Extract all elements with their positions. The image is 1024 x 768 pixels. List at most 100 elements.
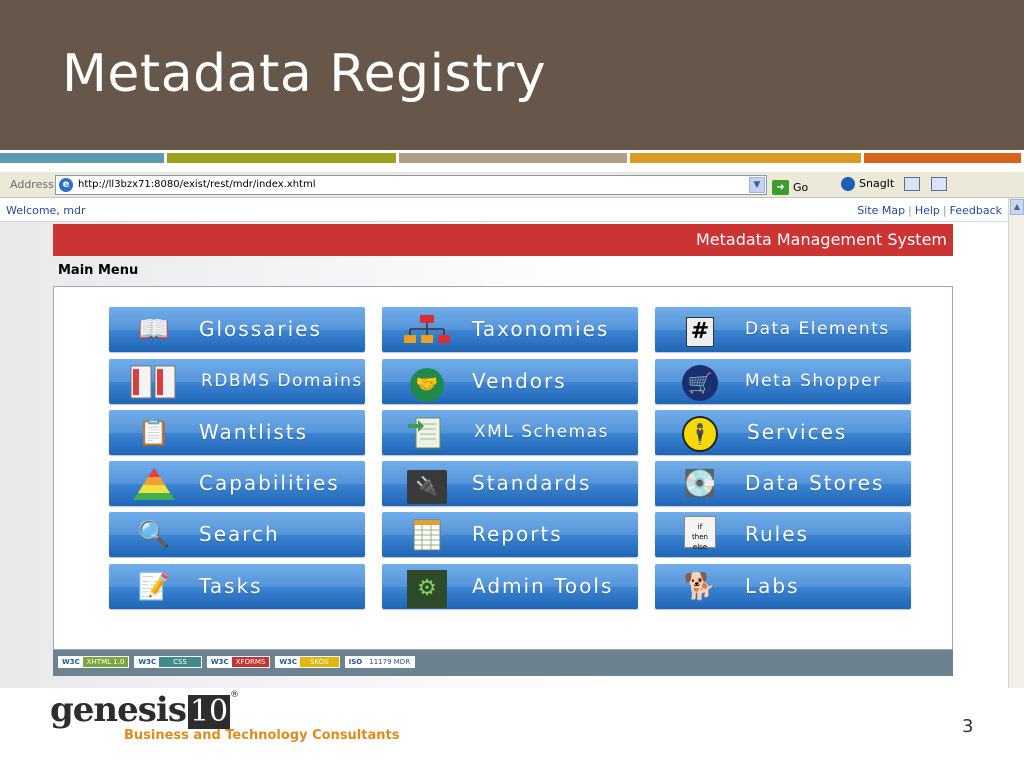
tile-label: Standards	[472, 471, 592, 495]
snagit-button[interactable]: SnagIt	[841, 177, 894, 191]
rdbms-domains-button[interactable]: RDBMS Domains	[109, 359, 365, 404]
skos-badge[interactable]: W3C SKOS	[275, 656, 340, 668]
tile-label: Labs	[745, 574, 800, 598]
data-elements-button[interactable]: # Data Elements	[655, 307, 911, 352]
genesis10-logo: genesis 10 ® Business and Technology Consu…	[50, 690, 399, 743]
database-tables-icon	[127, 363, 181, 401]
tile-label: Wantlists	[199, 420, 309, 444]
snagit-icon	[841, 177, 855, 191]
strip-segment	[398, 153, 628, 163]
search-button[interactable]: 🔍 Search	[109, 512, 365, 557]
strip-segment	[863, 153, 1021, 163]
shopping-cart-icon: 🛒	[673, 363, 727, 401]
tile-label: Tasks	[199, 574, 263, 598]
hierarchy-icon	[400, 311, 454, 349]
tile-label: Meta Shopper	[745, 371, 882, 391]
vendors-button[interactable]: 🤝 Vendors	[382, 359, 638, 404]
capture-region-icon[interactable]	[931, 177, 947, 191]
page-number: 3	[962, 716, 974, 737]
strip-segment	[0, 153, 165, 163]
strip-segment	[167, 153, 396, 163]
tile-label: Search	[199, 522, 280, 546]
slide-header: Metadata Registry	[0, 0, 1024, 150]
address-url: http://ll3bzx71:8080/exist/rest/mdr/inde…	[78, 179, 316, 190]
go-label: Go	[793, 181, 809, 194]
schema-document-icon	[400, 414, 454, 452]
logo-number: 10	[187, 694, 231, 729]
tasks-button[interactable]: 📝 Tasks	[109, 564, 365, 609]
address-input[interactable]: e http://ll3bzx71:8080/exist/rest/mdr/in…	[55, 175, 767, 195]
reports-button[interactable]: Reports	[382, 512, 638, 557]
xforms-badge[interactable]: W3C XFORMS	[206, 656, 271, 668]
snagit-label: SnagIt	[859, 177, 895, 190]
go-arrow-icon: ➜	[772, 180, 789, 195]
color-strip	[0, 153, 1024, 163]
services-button[interactable]: 🕴 Services	[655, 410, 911, 455]
handshake-icon: 🤝	[400, 363, 454, 402]
data-stores-button[interactable]: 💽 Data Stores	[655, 461, 911, 506]
capabilities-button[interactable]: Capabilities	[109, 461, 365, 506]
address-dropdown-icon[interactable]: ▼	[749, 177, 765, 193]
address-label: Address	[10, 178, 54, 191]
top-links: Site Map | Help | Feedback	[857, 204, 1002, 217]
tile-label: XML Schemas	[474, 422, 609, 442]
power-outlet-icon: 🔌	[400, 465, 454, 504]
site-map-link[interactable]: Site Map	[857, 204, 905, 217]
tile-label: Admin Tools	[472, 574, 614, 598]
wantlists-button[interactable]: 📋 Wantlists	[109, 410, 365, 455]
tile-label: Taxonomies	[472, 317, 610, 341]
hash-icon: #	[673, 311, 727, 349]
xml-schemas-button[interactable]: XML Schemas	[382, 410, 638, 455]
xhtml-badge[interactable]: W3C XHTML 1.0	[58, 656, 130, 668]
site-link-bar: Welcome, mdr Site Map | Help | Feedback	[0, 200, 1008, 222]
system-title: Metadata Management System	[696, 230, 947, 249]
tile-label: Rules	[745, 522, 809, 546]
hard-drive-icon: 💽	[683, 469, 717, 499]
standards-button[interactable]: 🔌 Standards	[382, 461, 638, 506]
css-badge[interactable]: W3C CSS	[134, 656, 202, 668]
tile-label: Data Elements	[745, 319, 890, 339]
if-then-else-icon: if then else	[673, 516, 727, 554]
strip-segment	[630, 153, 861, 163]
vertical-scrollbar[interactable]: ▲	[1008, 198, 1024, 688]
meta-shopper-button[interactable]: 🛒 Meta Shopper	[655, 359, 911, 404]
iso-11179-badge[interactable]: ISO 11179 MDR	[344, 656, 416, 668]
taxonomies-button[interactable]: Taxonomies	[382, 307, 638, 352]
labs-button[interactable]: 🐕 Labs	[655, 564, 911, 609]
ie-page-icon: e	[59, 178, 73, 192]
tile-label: RDBMS Domains	[201, 371, 363, 391]
feedback-link[interactable]: Feedback	[950, 204, 1002, 217]
book-icon: 📖	[137, 315, 171, 345]
tile-label: Vendors	[472, 369, 567, 393]
puppy-icon: 🐕	[683, 572, 717, 602]
tile-label: Reports	[472, 522, 563, 546]
slide-title: Metadata Registry	[62, 44, 547, 104]
service-person-icon: 🕴	[673, 414, 727, 452]
go-button[interactable]: ➜ Go	[772, 177, 808, 196]
notepad-icon: 📝	[137, 572, 171, 602]
tile-label: Capabilities	[199, 471, 340, 495]
tile-label: Data Stores	[745, 471, 885, 495]
registered-mark-icon: ®	[230, 690, 240, 700]
standards-footer: W3C XHTML 1.0 W3C CSS W3C XFORMS W3C SKOS IS…	[53, 650, 953, 676]
logo-name: genesis	[50, 690, 187, 730]
system-banner: Metadata Management System	[53, 224, 953, 256]
gears-icon: ⚙	[400, 568, 454, 608]
scroll-up-icon[interactable]: ▲	[1010, 199, 1024, 215]
tile-label: Glossaries	[199, 317, 322, 341]
logo-tagline: Business and Technology Consultants	[124, 728, 400, 743]
rules-button[interactable]: if then else Rules	[655, 512, 911, 557]
pyramid-icon	[127, 465, 181, 503]
admin-tools-button[interactable]: ⚙ Admin Tools	[382, 564, 638, 609]
capture-window-icon[interactable]	[904, 177, 920, 191]
main-menu-panel: 📖 Glossaries Taxonomies # Data Elements …	[53, 286, 953, 650]
help-link[interactable]: Help	[915, 204, 940, 217]
magnifier-icon: 🔍	[137, 520, 171, 550]
main-menu-label: Main Menu	[58, 263, 139, 278]
address-toolbar: Address e http://ll3bzx71:8080/exist/res…	[0, 172, 1024, 198]
tile-label: Services	[747, 420, 848, 444]
glossaries-button[interactable]: 📖 Glossaries	[109, 307, 365, 352]
clipboard-icon: 📋	[137, 418, 171, 448]
spreadsheet-icon	[400, 516, 454, 554]
welcome-text: Welcome, mdr	[6, 204, 86, 217]
